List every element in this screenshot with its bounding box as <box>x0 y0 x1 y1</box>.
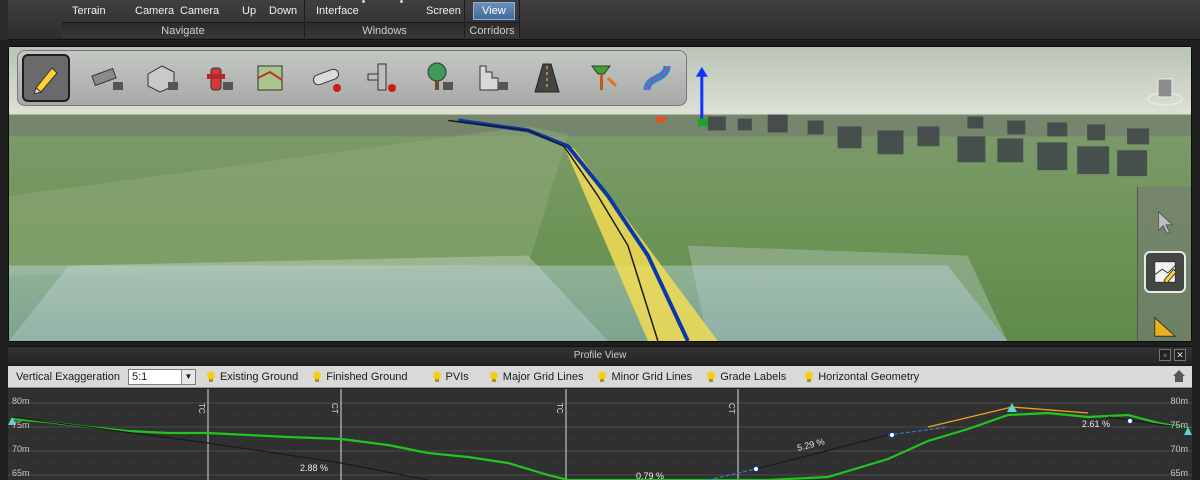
down-button[interactable]: Down <box>265 2 301 20</box>
tool-palette <box>17 50 687 106</box>
pvi-grade-line <box>927 406 1089 428</box>
toggle-finished-ground[interactable]: Finished Ground <box>312 370 408 383</box>
ribbon: Terrain Camera Camera Up Down Navigate I… <box>0 0 1200 40</box>
profile-edit-icon[interactable] <box>1144 251 1186 293</box>
y-axis-label: 75m <box>12 420 30 430</box>
grade-label: 2.61 % <box>1082 419 1110 429</box>
ribbon-group-corridors: View Corridors <box>465 0 520 38</box>
ruler-triangle-icon[interactable] <box>1144 305 1186 341</box>
pipe-segment-icon[interactable] <box>80 54 134 102</box>
profile-view-titlebar: Profile View ▫ ✕ <box>8 346 1192 364</box>
lightbulb-icon <box>707 371 716 382</box>
existing-ground-line <box>11 411 1192 480</box>
signal-icon[interactable] <box>575 54 629 102</box>
toggle-grade-labels[interactable]: Grade Labels <box>706 371 786 383</box>
building-icon[interactable] <box>135 54 189 102</box>
toggle-minor-grid-lines[interactable]: Minor Grid Lines <box>597 371 692 383</box>
toggle-label: Existing Ground <box>219 370 299 383</box>
y-axis-label-right: 80m <box>1170 396 1188 406</box>
right-tool-strip <box>1137 187 1191 341</box>
vertical-exaggeration-select[interactable]: 5:1 ▼ <box>127 368 196 385</box>
camera-button-2[interactable]: Camera <box>176 2 223 20</box>
profile-plot-svg: TC CT TC CT 2.88 % 5.29 % 2.61 % 0.79 % <box>8 389 1192 480</box>
tree-icon[interactable] <box>410 54 464 102</box>
lightbulb-icon <box>805 371 814 382</box>
screen-button[interactable]: Screen <box>422 2 465 20</box>
pipe-connector-icon[interactable] <box>355 54 409 102</box>
profile-view-title: Profile View <box>573 350 627 361</box>
toggle-major-grid-lines[interactable]: Major Grid Lines <box>489 370 584 383</box>
lightbulb-icon <box>432 371 441 382</box>
view-cube-icon[interactable] <box>1145 71 1185 111</box>
station-marker-label: CT <box>727 403 736 414</box>
y-axis-label: 65m <box>12 468 30 478</box>
ribbon-group-windows: Interface Screen Windows <box>305 0 465 38</box>
lightbulb-icon <box>489 371 498 382</box>
toggle-label: Grade Labels <box>720 370 787 383</box>
terrain-button[interactable]: Terrain <box>68 2 110 20</box>
chevron-down-icon[interactable]: ▼ <box>180 369 195 384</box>
y-axis-label: 80m <box>12 396 30 406</box>
lightbulb-icon <box>313 371 322 382</box>
grade-label: 2.88 % <box>300 463 328 473</box>
y-axis-label-right: 65m <box>1170 468 1188 478</box>
up-button[interactable]: Up <box>238 2 260 20</box>
station-marker-label: TC <box>555 403 564 414</box>
horizontal-geometry-line <box>887 426 949 436</box>
vertical-exaggeration-value: 5:1 <box>131 370 148 383</box>
y-axis-label-right: 75m <box>1170 420 1188 430</box>
lightbulb-icon <box>598 371 607 382</box>
profile-toolbar: Vertical Exaggeration 5:1 ▼ Existing Gro… <box>8 366 1192 388</box>
toggle-label: Major Grid Lines <box>502 370 584 383</box>
toggle-pvis[interactable]: PVIs <box>432 371 469 383</box>
grade-label: 5.29 % <box>796 436 826 452</box>
y-axis-label: 70m <box>12 444 30 454</box>
toggle-horizontal-geometry[interactable]: Horizontal Geometry <box>804 371 919 383</box>
camera-button-1[interactable]: Camera <box>131 2 178 20</box>
vertical-exaggeration-label: Vertical Exaggeration <box>16 370 120 383</box>
pvi-point[interactable] <box>1127 418 1133 424</box>
corridors-buttons: View <box>465 2 519 20</box>
home-icon[interactable] <box>1172 369 1186 383</box>
pipe-icon[interactable] <box>300 54 354 102</box>
y-axis-label-right: 70m <box>1170 444 1188 454</box>
interface-button[interactable]: Interface <box>312 2 363 20</box>
toggle-label: Minor Grid Lines <box>611 370 693 383</box>
road-curve-icon[interactable] <box>630 54 684 102</box>
minor-grid-lines <box>8 414 1192 464</box>
ribbon-edge <box>0 0 8 40</box>
windows-buttons: Interface Screen <box>305 2 464 20</box>
finished-ground-line <box>11 416 429 480</box>
close-icon[interactable]: ✕ <box>1174 349 1186 361</box>
profile-plot[interactable]: TC CT TC CT 2.88 % 5.29 % 2.61 % 0.79 % … <box>8 389 1192 480</box>
lightbulb-icon <box>206 371 215 382</box>
navigate-buttons: Terrain Camera Camera Up Down <box>62 2 304 20</box>
grade-label: 0.79 % <box>636 471 664 480</box>
toggle-label: Finished Ground <box>326 370 408 383</box>
fire-hydrant-icon[interactable] <box>190 54 244 102</box>
pencil-edit-icon[interactable] <box>22 54 70 102</box>
pvi-point[interactable] <box>889 432 895 438</box>
station-marker-label: CT <box>330 403 339 414</box>
corridors-group-label: Corridors <box>465 22 519 38</box>
station-marker-label: TC <box>197 403 206 414</box>
windows-group-label: Windows <box>305 22 464 38</box>
navigate-group-label: Navigate <box>62 22 304 38</box>
toggle-label: Horizontal Geometry <box>818 370 920 383</box>
ribbon-group-navigate: Terrain Camera Camera Up Down Navigate <box>62 0 305 38</box>
stairs-icon[interactable] <box>465 54 519 102</box>
road-icon[interactable] <box>520 54 574 102</box>
3d-viewport[interactable] <box>8 46 1192 342</box>
land-parcel-icon[interactable] <box>245 54 299 102</box>
pvi-point[interactable] <box>753 466 759 472</box>
select-cursor-icon[interactable] <box>1144 201 1186 243</box>
restore-icon[interactable]: ▫ <box>1159 349 1171 361</box>
toggle-label: PVIs <box>445 370 469 383</box>
profile-window-controls: ▫ ✕ <box>1159 349 1186 361</box>
view-button[interactable]: View <box>473 2 515 20</box>
toggle-existing-ground[interactable]: Existing Ground <box>206 371 298 383</box>
